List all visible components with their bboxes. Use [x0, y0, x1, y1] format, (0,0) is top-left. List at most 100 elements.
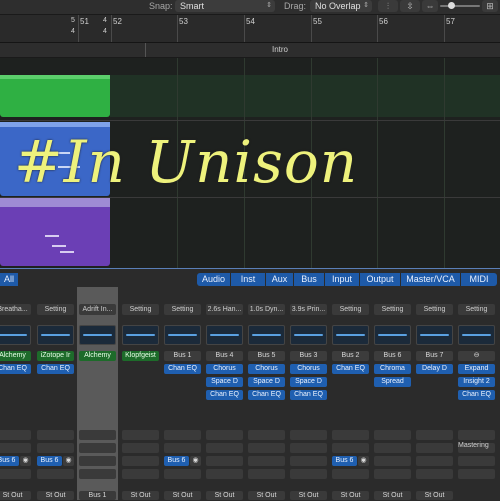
eq-thumbnail[interactable] [458, 325, 495, 345]
plugin-slot[interactable]: Alchemy [79, 351, 116, 361]
strip-setting-button[interactable]: Adrift In... [79, 304, 116, 315]
plugin-slot[interactable]: Chroma [374, 364, 411, 374]
catch-icon[interactable]: ⊞ [482, 0, 498, 12]
empty-slot[interactable] [290, 443, 327, 453]
empty-slot[interactable] [79, 469, 116, 479]
empty-slot[interactable] [0, 443, 31, 453]
empty-slot[interactable] [0, 430, 31, 440]
output-slot[interactable]: St Out [164, 491, 201, 500]
plugin-slot[interactable]: Chan EQ [458, 390, 495, 400]
empty-slot[interactable] [248, 430, 285, 440]
empty-slot[interactable] [374, 456, 411, 466]
plugin-slot[interactable]: Chan EQ [290, 390, 327, 400]
filter-inst-button[interactable]: Inst [231, 273, 265, 286]
empty-slot[interactable] [37, 430, 74, 440]
eq-thumbnail[interactable] [290, 325, 327, 345]
marker-intro[interactable] [145, 43, 500, 57]
eq-thumbnail[interactable] [164, 325, 201, 345]
empty-slot[interactable] [206, 430, 243, 440]
empty-slot[interactable] [122, 443, 159, 453]
empty-slot[interactable] [79, 430, 116, 440]
empty-slot[interactable] [290, 430, 327, 440]
empty-slot[interactable] [37, 469, 74, 479]
plugin-slot[interactable]: Chorus [206, 364, 243, 374]
empty-slot[interactable] [164, 430, 201, 440]
plugin-slot[interactable]: Bus 7 [416, 351, 453, 361]
filter-all-button[interactable]: All [0, 273, 18, 286]
plugin-slot[interactable]: Space D [290, 377, 327, 387]
empty-slot[interactable] [458, 456, 495, 466]
plugin-slot[interactable]: Bus 6 [374, 351, 411, 361]
strip-setting-button[interactable]: Setting [164, 304, 201, 315]
plugin-slot[interactable]: Chorus [290, 364, 327, 374]
strip-setting-button[interactable]: 2.6s Han... [206, 304, 243, 315]
empty-slot[interactable] [374, 443, 411, 453]
empty-slot[interactable] [458, 469, 495, 479]
eq-thumbnail[interactable] [37, 325, 74, 345]
plugin-slot[interactable]: Chan EQ [37, 364, 74, 374]
strip-setting-button[interactable]: 1.0s Dyn... [248, 304, 285, 315]
plugin-slot[interactable]: Chorus [248, 364, 285, 374]
empty-slot[interactable] [374, 430, 411, 440]
plugin-slot[interactable]: Space D [248, 377, 285, 387]
empty-slot[interactable] [164, 469, 201, 479]
output-slot[interactable]: St Out [332, 491, 369, 500]
empty-slot[interactable] [290, 456, 327, 466]
empty-slot[interactable] [206, 443, 243, 453]
empty-slot[interactable] [416, 443, 453, 453]
empty-slot[interactable] [248, 469, 285, 479]
filter-audio-button[interactable]: Audio [197, 273, 230, 286]
output-slot[interactable]: St Out [0, 491, 31, 500]
empty-slot[interactable] [122, 469, 159, 479]
plugin-slot[interactable]: Bus 5 [248, 351, 285, 361]
empty-slot[interactable] [79, 443, 116, 453]
output-slot[interactable]: Bus 1 [79, 491, 116, 500]
drag-select[interactable]: No Overlap ⇕ [310, 0, 372, 12]
send-knob-icon[interactable]: ◉ [63, 456, 74, 466]
bar-ruler[interactable]: 5 4 4 4 51 52 53 54 55 56 57 [0, 15, 500, 43]
filter-bus-button[interactable]: Bus [294, 273, 324, 286]
empty-slot[interactable] [206, 456, 243, 466]
plugin-slot[interactable]: Bus 4 [206, 351, 243, 361]
empty-slot[interactable] [332, 443, 369, 453]
filter-input-button[interactable]: Input [325, 273, 359, 286]
eq-thumbnail[interactable] [416, 325, 453, 345]
filter-master-vca-button[interactable]: Master/VCA [401, 273, 460, 286]
plugin-slot[interactable]: Alchemy [0, 351, 31, 361]
strip-setting-button[interactable]: Setting [374, 304, 411, 315]
eq-thumbnail[interactable] [248, 325, 285, 345]
empty-slot[interactable] [164, 443, 201, 453]
send-slot[interactable]: Bus 6 [164, 456, 189, 466]
empty-slot[interactable] [332, 430, 369, 440]
eq-thumbnail[interactable] [122, 325, 159, 345]
plugin-slot[interactable]: Insight 2 [458, 377, 495, 387]
send-knob-icon[interactable]: ◉ [20, 456, 31, 466]
plugin-slot[interactable]: iZotope Ir [37, 351, 74, 361]
filter-midi-button[interactable]: MIDI [461, 273, 497, 286]
empty-slot[interactable] [206, 469, 243, 479]
send-slot[interactable]: Bus 6 [37, 456, 62, 466]
eq-thumbnail[interactable] [206, 325, 243, 345]
plugin-slot[interactable]: Chan EQ [206, 390, 243, 400]
plugin-slot[interactable]: Klopfgeist [122, 351, 159, 361]
empty-slot[interactable] [290, 469, 327, 479]
output-slot[interactable]: St Out [248, 491, 285, 500]
empty-slot[interactable] [416, 430, 453, 440]
plugin-slot[interactable]: Bus 2 [332, 351, 369, 361]
empty-slot[interactable] [416, 456, 453, 466]
empty-slot[interactable] [458, 430, 495, 440]
zoom-slider[interactable] [440, 2, 480, 9]
empty-slot[interactable] [416, 469, 453, 479]
plugin-slot[interactable]: Chan EQ [164, 364, 201, 374]
output-slot[interactable]: St Out [206, 491, 243, 500]
strip-setting-button[interactable]: Breatha... [0, 304, 31, 315]
plugin-slot[interactable]: Bus 3 [290, 351, 327, 361]
green-region[interactable] [0, 75, 110, 117]
empty-slot[interactable] [122, 430, 159, 440]
empty-slot[interactable] [374, 469, 411, 479]
strip-setting-button[interactable]: 3.9s Prin... [290, 304, 327, 315]
filter-output-button[interactable]: Output [360, 273, 400, 286]
zoom-slider-knob[interactable] [448, 2, 455, 9]
empty-slot[interactable] [332, 469, 369, 479]
output-slot[interactable]: St Out [122, 491, 159, 500]
